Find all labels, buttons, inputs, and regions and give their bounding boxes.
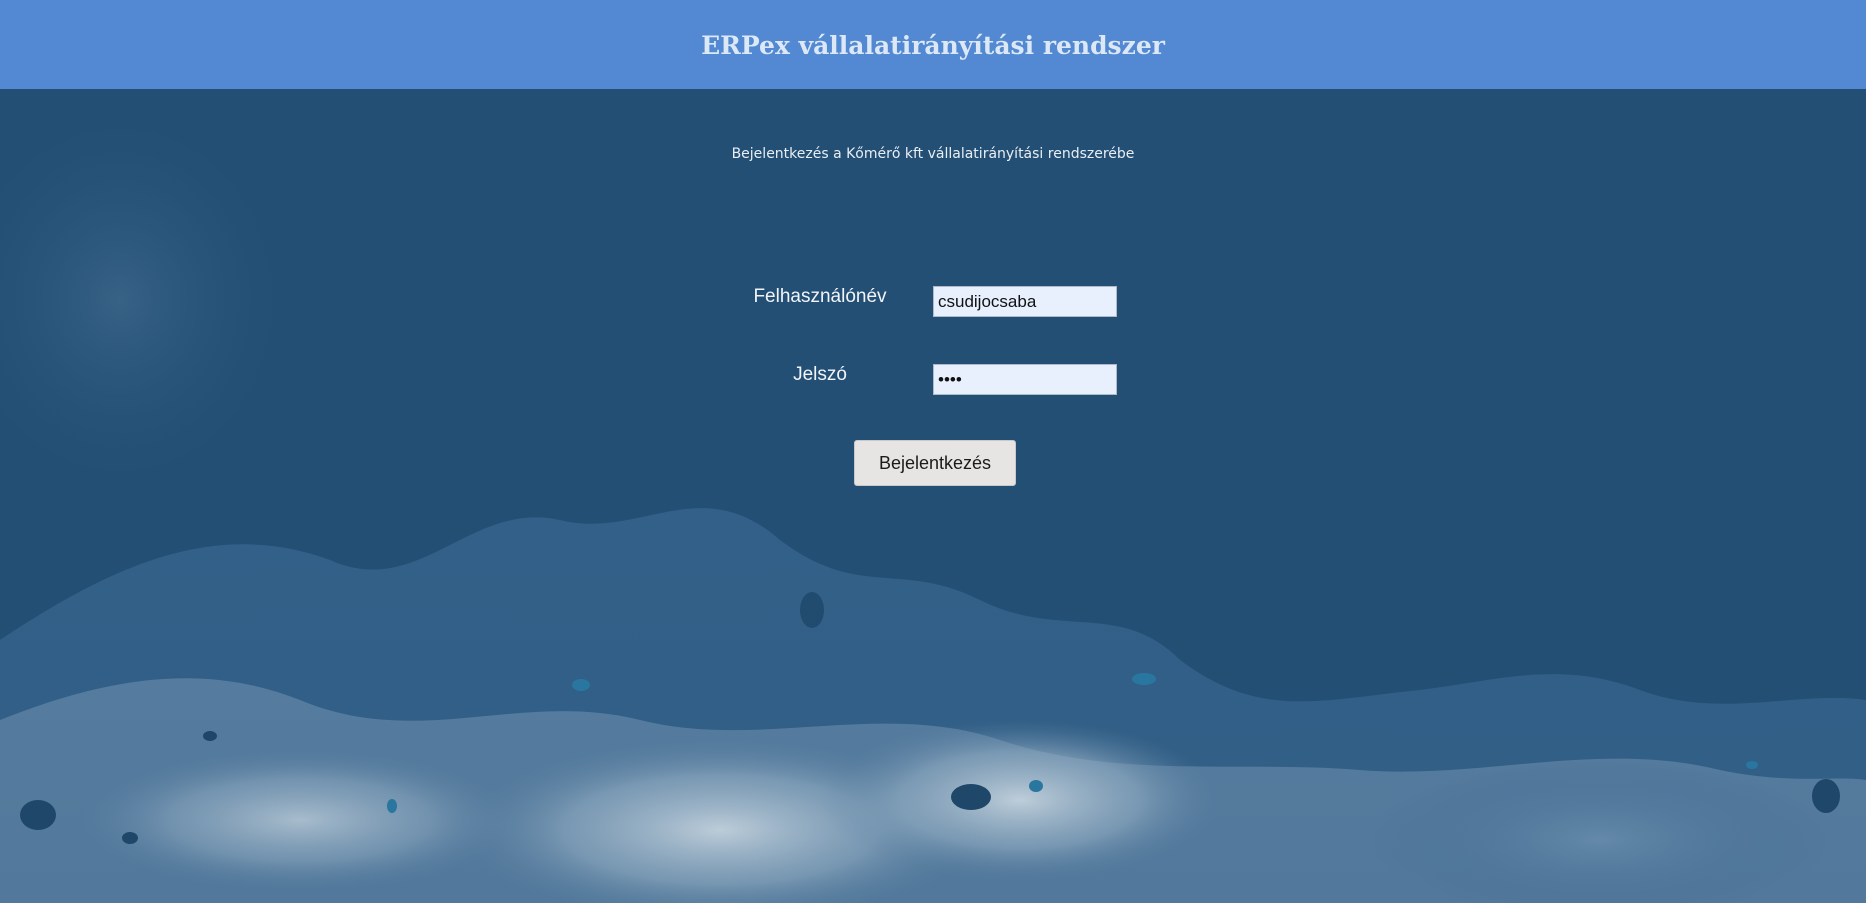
password-label: Jelszó [793,364,847,385]
login-button[interactable]: Bejelentkezés [854,440,1016,486]
login-subtitle: Bejelentkezés a Kőmérő kft vállalatirány… [731,146,1135,162]
username-input[interactable] [933,286,1117,317]
username-label: Felhasználónév [753,286,887,307]
password-input[interactable] [933,364,1117,395]
page-header: ERPex vállalatirányítási rendszer [0,0,1866,89]
app-title: ERPex vállalatirányítási rendszer [701,31,1165,60]
